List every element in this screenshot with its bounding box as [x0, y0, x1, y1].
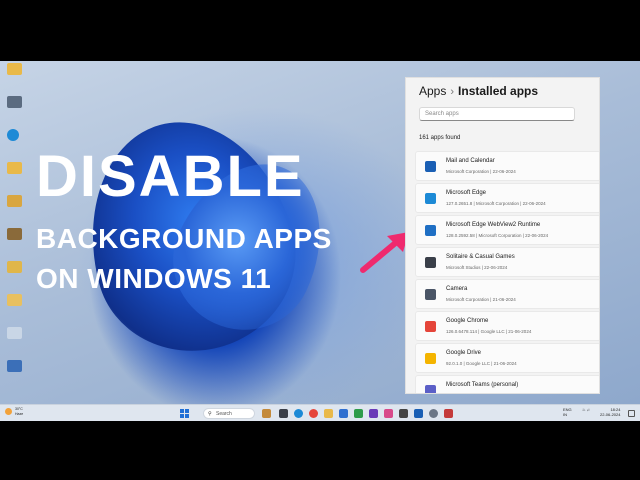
settings-icon[interactable]	[429, 409, 438, 418]
folder-icon[interactable]	[7, 162, 22, 174]
breadcrumb-apps[interactable]: Apps	[419, 84, 446, 98]
chevron-right-icon: ›	[450, 86, 455, 98]
app-meta: Microsoft Studios | 22-06-2024	[446, 265, 508, 270]
tray-region-label: IN	[563, 412, 567, 417]
app-list-item[interactable]: Solitaire & Casual Games Microsoft Studio…	[415, 247, 599, 277]
edge-icon	[425, 193, 436, 204]
tray-status-icons[interactable]: ♨ ♫	[582, 407, 590, 412]
app-count: 161 apps found	[419, 135, 461, 141]
solitaire-icon	[425, 257, 436, 268]
drive-icon	[425, 353, 436, 364]
breadcrumb: Apps › Installed apps	[419, 84, 538, 98]
mail-icon	[425, 161, 436, 172]
app-name: Google Chrome	[446, 318, 489, 324]
desktop-icons	[4, 63, 26, 393]
app-meta: Microsoft | 21-06-2024	[446, 393, 491, 394]
headline-subtitle-line2: ON WINDOWS 11	[36, 263, 272, 294]
taskbar: 30°C Haze ⚲ Search ENG IN ♨ ♫ 18:24 22-0…	[0, 404, 640, 421]
headline-title: DISABLE	[36, 144, 305, 209]
app-icon[interactable]	[369, 409, 378, 418]
weather-widget[interactable]: 30°C Haze	[15, 407, 23, 417]
headline: DISABLE BACKGROUND APPS ON WINDOWS 11	[36, 145, 332, 299]
folder-icon[interactable]	[7, 294, 22, 306]
app-name: Microsoft Edge WebView2 Runtime	[446, 222, 541, 228]
app-meta: 127.0.2651.8 | Microsoft Corporation | 2…	[446, 201, 546, 206]
app-icon[interactable]	[399, 409, 408, 418]
app-list-item[interactable]: Microsoft Teams (personal) Microsoft | 21…	[415, 375, 599, 394]
app-icon[interactable]	[444, 409, 453, 418]
app-meta: Microsoft Corporation | 22-06-2024	[446, 169, 516, 174]
weather-icon[interactable]	[5, 408, 12, 415]
app-list-item[interactable]: Google Chrome 126.0.6478.114 | Google LLC…	[415, 311, 599, 341]
app-name: Microsoft Edge	[446, 190, 487, 196]
teams-icon	[425, 385, 436, 393]
app-meta: 92.0.1.0 | Google LLC | 21-06-2024	[446, 361, 517, 366]
app-list: Mail and Calendar Microsoft Corporation |…	[415, 151, 599, 394]
tray-language[interactable]: ENG IN	[563, 407, 572, 417]
headline-subtitle-line1: BACKGROUND APPS	[36, 223, 332, 254]
settings-window: Apps › Installed apps Search apps 161 apps…	[405, 77, 600, 394]
task-view-icon[interactable]	[279, 409, 288, 418]
page-title: Installed apps	[458, 84, 539, 98]
clock-date: 22-06-2024	[600, 412, 621, 417]
app-icon[interactable]	[354, 409, 363, 418]
shortcut-icon[interactable]	[7, 360, 22, 372]
app-meta: Microsoft Corporation | 21-06-2024	[446, 297, 516, 302]
edge-icon[interactable]	[7, 129, 19, 141]
app-meta: 128.0.2592.58 | Microsoft Corporation | …	[446, 233, 549, 238]
app-name: Google Drive	[446, 350, 482, 356]
start-button[interactable]	[180, 409, 189, 418]
video-frame: DISABLE BACKGROUND APPS ON WINDOWS 11 Ap…	[0, 0, 640, 480]
recycle-bin-icon[interactable]	[7, 327, 22, 339]
app-name: Mail and Calendar	[446, 158, 495, 164]
app-name: Microsoft Teams (personal)	[446, 382, 519, 388]
app-list-item[interactable]: Microsoft Edge 127.0.2651.8 | Microsoft C…	[415, 183, 599, 213]
store-icon[interactable]	[339, 409, 348, 418]
app-list-item[interactable]: Google Drive 92.0.1.0 | Google LLC | 21-0…	[415, 343, 599, 373]
folder-icon[interactable]	[7, 261, 22, 273]
taskbar-search[interactable]: ⚲ Search	[203, 408, 255, 419]
search-input[interactable]: Search apps	[419, 107, 575, 121]
weather-desc: Haze	[15, 412, 24, 416]
tray-clock[interactable]: 18:24 22-06-2024	[600, 407, 620, 417]
app-list-item[interactable]: Camera Microsoft Corporation | 21-06-2024	[415, 279, 599, 309]
chrome-icon[interactable]	[309, 409, 318, 418]
search-icon: ⚲	[208, 411, 212, 417]
app-name: Camera	[446, 286, 468, 292]
app-name: Solitaire & Casual Games	[446, 254, 515, 260]
app-meta: 126.0.6478.114 | Google LLC | 21-06-2024	[446, 329, 532, 334]
widgets-icon[interactable]	[262, 409, 271, 418]
webview-icon	[425, 225, 436, 236]
app-list-item[interactable]: Microsoft Edge WebView2 Runtime 128.0.259…	[415, 215, 599, 245]
file-explorer-icon[interactable]	[324, 409, 333, 418]
app-icon[interactable]	[414, 409, 423, 418]
drive-icon[interactable]	[7, 96, 22, 108]
app-icon[interactable]	[384, 409, 393, 418]
edge-icon[interactable]	[294, 409, 303, 418]
app-list-item[interactable]: Mail and Calendar Microsoft Corporation |…	[415, 151, 599, 181]
folder-icon[interactable]	[7, 195, 22, 207]
search-placeholder: Search apps	[425, 111, 459, 117]
chrome-icon	[425, 321, 436, 332]
app-icon[interactable]	[7, 228, 22, 240]
folder-icon[interactable]	[7, 63, 22, 75]
camera-icon	[425, 289, 436, 300]
notification-icon[interactable]	[628, 410, 635, 417]
taskbar-search-label: Search	[216, 411, 232, 417]
